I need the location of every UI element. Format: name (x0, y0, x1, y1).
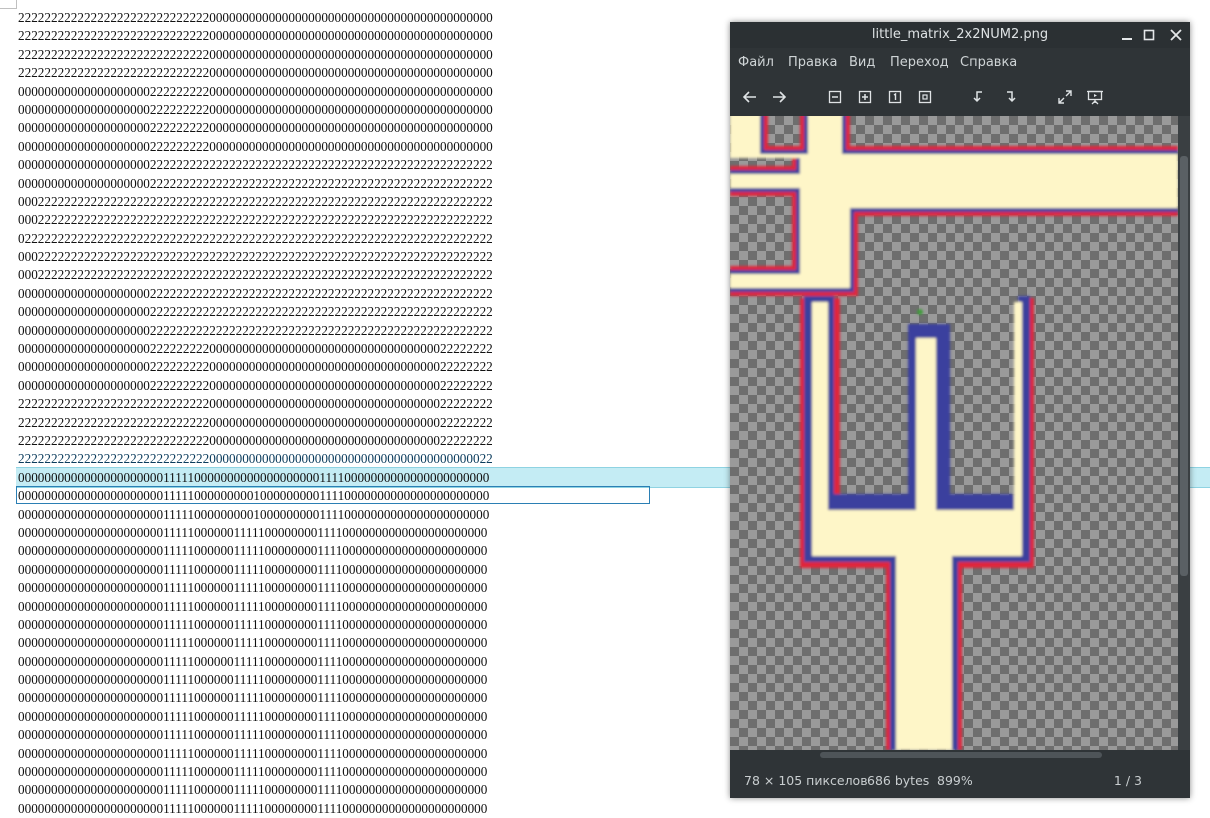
document-line[interactable]: 0000000000000000000000111110000001111100… (18, 653, 493, 671)
document-line[interactable]: 0002222222222222222222222222222222222222… (18, 248, 493, 266)
document-line[interactable]: 2222222222222222222222222222200000000000… (18, 27, 493, 45)
document-line[interactable]: 0000000000000000000000111110000001111100… (18, 745, 493, 763)
document-line[interactable]: 0000000000000000000000111110000001111100… (18, 671, 493, 689)
horizontal-scroll-thumb[interactable] (820, 752, 1102, 758)
menu-bar: Файл Правка Вид Переход Справка (730, 48, 1190, 76)
document-line[interactable]: 2222222222222222222222222222200000000000… (18, 46, 493, 64)
document-line[interactable]: 0000000000000000000000111110000001111100… (18, 634, 493, 652)
document-line[interactable]: 0000000000000000000022222222222222222222… (18, 303, 493, 321)
trident-fill (812, 302, 1022, 750)
back-button[interactable] (741, 88, 759, 106)
horizontal-scrollbar[interactable] (730, 750, 1178, 760)
document-line[interactable]: 0000000000000000000000111110000001111100… (18, 726, 493, 744)
status-page-counter: 1 / 3 (1113, 773, 1142, 788)
document-line[interactable]: 2222222222222222222222222222200000000000… (18, 450, 493, 468)
status-file-size: 686 bytes (867, 773, 930, 788)
document-line[interactable]: 0002222222222222222222222222222222222222… (18, 211, 493, 229)
vertical-scroll-thumb[interactable] (1180, 156, 1188, 576)
document-line[interactable]: 0000000000000000000022222222200000000000… (18, 358, 493, 376)
document-line[interactable]: 0000000000000000000022222222222222222222… (18, 322, 493, 340)
zoom-normal-button[interactable] (886, 88, 904, 106)
document-line[interactable]: 0000000000000000000022222222200000000000… (18, 101, 493, 119)
document-line[interactable]: 0000000000000000000022222222222222222222… (18, 285, 493, 303)
rotate-left-icon (973, 91, 982, 103)
close-button[interactable] (1167, 26, 1185, 44)
document-line[interactable]: 2222222222222222222222222222200000000000… (18, 64, 493, 82)
menu-edit[interactable]: Правка (788, 55, 837, 70)
document-line[interactable]: 2222222222222222222222222222200000000000… (18, 9, 493, 27)
document-line[interactable]: 0000000000000000000022222222200000000000… (18, 83, 493, 101)
status-dimensions: 78 × 105 пикселов (744, 773, 868, 788)
zoom-normal-icon (888, 90, 902, 104)
document-line[interactable]: 0000000000000000000022222222200000000000… (18, 377, 493, 395)
menu-go[interactable]: Переход (890, 55, 949, 70)
document-line[interactable]: 2222222222222222222222222222200000000000… (18, 432, 493, 450)
zoom-in-icon (858, 90, 872, 104)
document-line[interactable]: 0000000000000000000022222222200000000000… (18, 119, 493, 137)
document-line[interactable]: 0000000000000000000000111110000000001000… (18, 487, 493, 505)
document-line[interactable]: 0000000000000000000000111110000001111100… (18, 579, 493, 597)
image-viewer-window[interactable]: little_matrix_2x2NUM2.png Файл Правка Ви… (730, 22, 1190, 798)
close-icon (1170, 29, 1182, 41)
menu-view[interactable]: Вид (849, 55, 875, 70)
document-corner (0, 0, 17, 9)
status-bar: 78 × 105 пикселов 686 bytes 899% 1 / 3 (730, 764, 1190, 798)
document-line[interactable]: 0002222222222222222222222222222222222222… (18, 193, 493, 211)
document-line[interactable]: 0000000000000000000000111110000001111100… (18, 616, 493, 634)
maximize-icon (1143, 29, 1155, 41)
rotate-right-button[interactable] (1001, 88, 1019, 106)
document-line[interactable]: 2222222222222222222222222222200000000000… (18, 395, 493, 413)
document-line[interactable]: 2222222222222222222222222222200000000000… (18, 414, 493, 432)
slideshow-button[interactable] (1086, 88, 1104, 106)
document-line[interactable]: 0002222222222222222222222222222222222222… (18, 266, 493, 284)
forward-icon (773, 91, 787, 103)
back-icon (742, 91, 756, 103)
minimize-button[interactable] (1118, 26, 1136, 44)
toolbar (730, 78, 1190, 116)
menu-file[interactable]: Файл (738, 55, 774, 70)
document-line[interactable]: 0000000000000000000000111110000001111100… (18, 524, 493, 542)
fullscreen-button[interactable] (1056, 88, 1074, 106)
document-line[interactable]: 0000000000000000000022222222222222222222… (18, 156, 493, 174)
document-line[interactable]: 0000000000000000000000111110000001111100… (18, 542, 493, 560)
document-line[interactable]: 0000000000000000000022222222222222222222… (18, 175, 493, 193)
rotate-right-icon (1007, 91, 1016, 103)
document-line[interactable]: 0000000000000000000022222222200000000000… (18, 138, 493, 156)
document-line[interactable]: 0222222222222222222222222222222222222222… (18, 230, 493, 248)
forward-button[interactable] (770, 88, 788, 106)
zoom-out-icon (828, 90, 842, 104)
green-marker (917, 309, 923, 315)
slideshow-icon (1087, 90, 1103, 105)
document-line[interactable]: 0000000000000000000000111110000001111100… (18, 800, 493, 818)
document-line[interactable]: 0000000000000000000000111110000000001000… (18, 506, 493, 524)
rotate-left-button[interactable] (970, 88, 988, 106)
document-lines[interactable]: 2222222222222222222222222222200000000000… (18, 9, 493, 818)
menu-help[interactable]: Справка (960, 55, 1017, 70)
vertical-scrollbar[interactable] (1178, 116, 1190, 750)
document-line[interactable]: 0000000000000000000000111110000000000000… (18, 469, 493, 487)
maximize-button[interactable] (1140, 26, 1158, 44)
document-line[interactable]: 0000000000000000000000111110000001111100… (18, 689, 493, 707)
zoom-in-button[interactable] (856, 88, 874, 106)
document-line[interactable]: 0000000000000000000022222222200000000000… (18, 340, 493, 358)
fullscreen-icon (1058, 90, 1072, 104)
image-canvas[interactable] (730, 116, 1178, 750)
status-zoom: 899% (937, 773, 973, 788)
zoom-fit-button[interactable] (916, 88, 934, 106)
zoom-fit-icon (918, 90, 932, 104)
document-line[interactable]: 0000000000000000000000111110000001111100… (18, 763, 493, 781)
document-line[interactable]: 0000000000000000000000111110000001111100… (18, 561, 493, 579)
document-line[interactable]: 0000000000000000000000111110000001111100… (18, 598, 493, 616)
title-bar[interactable]: little_matrix_2x2NUM2.png (730, 22, 1190, 48)
document-line[interactable]: 0000000000000000000000111110000001111100… (18, 708, 493, 726)
minimize-icon (1122, 38, 1132, 40)
document-line[interactable]: 0000000000000000000000111110000001111100… (18, 781, 493, 799)
zoom-out-button[interactable] (826, 88, 844, 106)
zoomed-image (730, 116, 1178, 750)
